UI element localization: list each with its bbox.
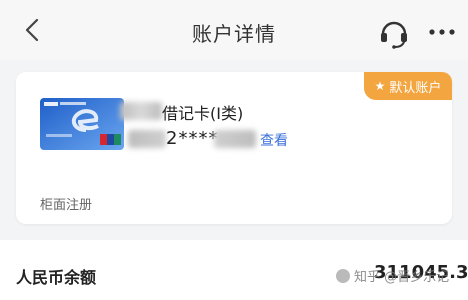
- default-account-badge: ★ 默认账户: [364, 72, 452, 100]
- watermark: 知乎 @晋乡乐记: [336, 266, 449, 285]
- headset-icon: [381, 21, 407, 49]
- masked-bank-name: [120, 102, 162, 120]
- star-icon: ★: [374, 79, 386, 93]
- watermark-avatar-icon: [336, 268, 350, 283]
- header-bar: 账户详情: [0, 0, 468, 60]
- ellipsis-icon: [429, 29, 455, 35]
- masked-card-number-prefix: [128, 130, 166, 148]
- balance-label: 人民币余额: [16, 268, 97, 287]
- masked-card-number-suffix: [214, 130, 256, 148]
- register-type-label: 柜面注册: [40, 198, 93, 213]
- view-card-number-link[interactable]: 查看: [260, 130, 288, 150]
- customer-service-button[interactable]: [378, 16, 410, 50]
- watermark-text: 知乎 @晋乡乐记: [354, 270, 450, 285]
- account-card[interactable]: ★ 默认账户 借记卡(Ⅰ类) 2**** 查看 柜面注册: [16, 72, 452, 224]
- card-number: 2****: [166, 128, 219, 149]
- card-type-label: 借记卡(Ⅰ类): [162, 104, 244, 123]
- bank-card-image: [40, 98, 124, 150]
- more-options-button[interactable]: [426, 20, 458, 44]
- default-account-label: 默认账户: [389, 80, 442, 96]
- bank-card-graphic: [40, 98, 124, 150]
